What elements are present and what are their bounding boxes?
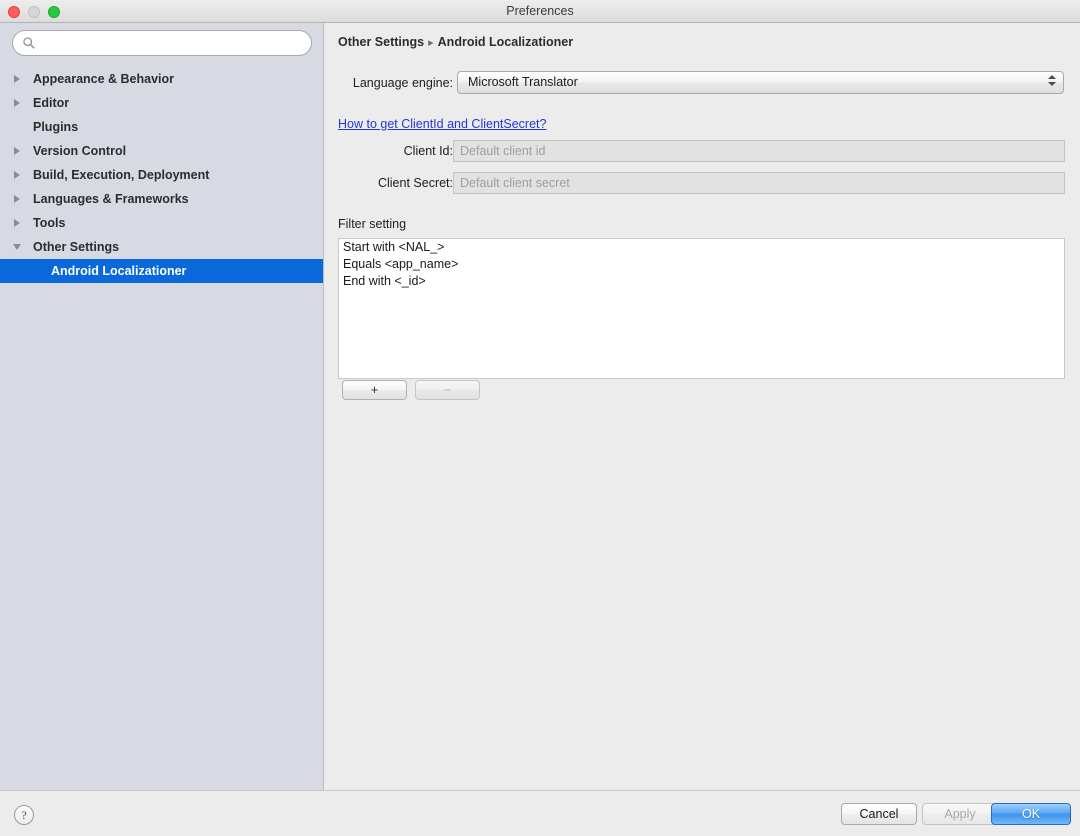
language-engine-select[interactable]: Microsoft Translator — [457, 71, 1064, 94]
ok-button[interactable]: OK — [991, 803, 1071, 825]
sidebar-item-label: Other Settings — [33, 240, 120, 254]
help-button[interactable]: ? — [14, 805, 34, 825]
sidebar-item-build-execution-deployment[interactable]: Build, Execution, Deployment — [0, 163, 323, 187]
sidebar-item-tools[interactable]: Tools — [0, 211, 323, 235]
list-item[interactable]: Start with <NAL_> — [339, 239, 1064, 256]
filter-setting-caption: Filter setting — [338, 217, 407, 231]
settings-detail-panel: Other Settings ▸ Android Localizationer La… — [325, 23, 1080, 790]
how-to-get-credentials-link[interactable]: How to get ClientId and ClientSecret? — [338, 117, 546, 131]
add-filter-button[interactable]: + — [342, 380, 407, 400]
sidebar-item-label: Build, Execution, Deployment — [33, 168, 210, 182]
sidebar-item-label: Languages & Frameworks — [33, 192, 189, 206]
language-engine-selected-value: Microsoft Translator — [468, 75, 578, 89]
client-secret-label: Client Secret: — [377, 176, 453, 190]
sidebar-item-label: Android Localizationer — [51, 264, 187, 278]
stepper-arrows-icon — [1047, 75, 1056, 92]
chevron-right-icon[interactable] — [10, 187, 24, 211]
client-id-input[interactable] — [453, 140, 1065, 162]
search-field-wrapper — [12, 30, 312, 56]
client-secret-input[interactable] — [453, 172, 1065, 194]
sidebar-item-label: Tools — [33, 216, 66, 230]
chevron-right-icon[interactable] — [10, 211, 24, 235]
sidebar-item-plugins[interactable]: Plugins — [0, 115, 323, 139]
sidebar-item-android-localizationer[interactable]: Android Localizationer — [0, 259, 323, 283]
breadcrumb-parent[interactable]: Other Settings — [338, 35, 424, 49]
breadcrumb: Other Settings ▸ Android Localizationer — [338, 35, 573, 49]
client-id-label: Client Id: — [403, 144, 453, 158]
sidebar-item-label: Plugins — [33, 120, 79, 134]
chevron-down-icon[interactable] — [10, 235, 24, 259]
list-item[interactable]: End with <_id> — [339, 273, 1064, 290]
cancel-button[interactable]: Cancel — [841, 803, 917, 825]
sidebar-item-label: Version Control — [33, 144, 127, 158]
sidebar-item-appearance-and-behavior[interactable]: Appearance & Behavior — [0, 67, 323, 91]
search-input[interactable] — [12, 30, 312, 56]
window-title: Preferences — [506, 4, 574, 18]
sidebar-item-other-settings[interactable]: Other Settings — [0, 235, 323, 259]
preferences-window: Preferences Appearance & Behavior Editor… — [0, 0, 1080, 836]
filter-setting-list[interactable]: Start with <NAL_> Equals <app_name> End … — [338, 238, 1065, 379]
sidebar-item-label: Appearance & Behavior — [33, 72, 175, 86]
apply-button[interactable]: Apply — [922, 803, 998, 825]
dialog-footer: ? Cancel Apply OK — [0, 790, 1080, 836]
chevron-right-icon[interactable] — [10, 67, 24, 91]
sidebar-item-version-control[interactable]: Version Control — [0, 139, 323, 163]
language-engine-label: Language engine: — [352, 76, 453, 90]
sidebar-item-label: Editor — [33, 96, 70, 110]
settings-sidebar: Appearance & Behavior Editor Plugins Ver… — [0, 23, 324, 790]
breadcrumb-separator-icon: ▸ — [428, 37, 434, 49]
chevron-right-icon[interactable] — [10, 91, 24, 115]
list-item[interactable]: Equals <app_name> — [339, 256, 1064, 273]
chevron-right-icon[interactable] — [10, 163, 24, 187]
settings-tree: Appearance & Behavior Editor Plugins Ver… — [0, 67, 323, 283]
sidebar-item-editor[interactable]: Editor — [0, 91, 323, 115]
chevron-right-icon[interactable] — [10, 139, 24, 163]
remove-filter-button[interactable]: − — [415, 380, 480, 400]
breadcrumb-current: Android Localizationer — [437, 35, 574, 49]
window-titlebar: Preferences — [0, 0, 1080, 23]
sidebar-item-languages-and-frameworks[interactable]: Languages & Frameworks — [0, 187, 323, 211]
